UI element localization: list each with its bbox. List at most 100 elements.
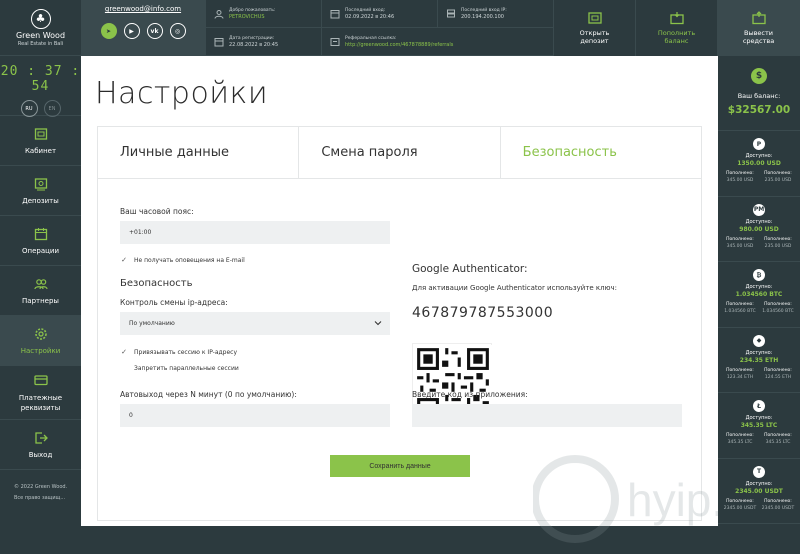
info-key: Последний вход IP: — [461, 7, 507, 13]
deposited-label: Пополнено: — [726, 433, 754, 438]
checkbox-label: Привязывать сессию к IP-адресу — [134, 348, 238, 356]
withdraw-button[interactable]: Вывести средства — [717, 0, 800, 56]
calendar-icon — [214, 37, 224, 46]
tab-security[interactable]: Безопасность — [501, 127, 701, 178]
copyright: © 2022 Green Wood. Все право защищ... — [0, 470, 81, 504]
deposited-value: 235.00 USD — [764, 243, 792, 249]
google-auth-hint: Для активации Google Authenticator испол… — [412, 284, 618, 292]
deposited-label: Пополнено: — [726, 236, 754, 242]
nav-label: Депозиты — [22, 196, 59, 205]
info-value: 200.194.200.100 — [461, 13, 504, 20]
deposited-label: Пополнено: — [726, 171, 754, 176]
deposited-value: 123.34 ETH — [726, 374, 754, 380]
tab-change-password[interactable]: Смена пароля — [299, 127, 501, 178]
autologout-input[interactable]: 0 — [120, 404, 390, 427]
timezone-field[interactable]: +01:00 — [120, 221, 390, 244]
user-icon — [214, 9, 224, 19]
deposited-value: 1.034560 BTC — [724, 309, 756, 314]
last-login-info: Последний вход: 02.09.2022 в 20:46 — [321, 0, 437, 28]
deposited-value: 345.35 LTC — [765, 440, 791, 445]
check-icon: ✓ — [121, 348, 127, 356]
nav-item-logout[interactable]: Выход — [0, 420, 81, 470]
button-label: Открыть депозит — [579, 29, 610, 45]
available-value: 1350.00 USD — [737, 160, 781, 167]
payeer-icon: P — [753, 138, 765, 150]
available-value: 234.35 ETH — [739, 356, 779, 364]
nav-item-settings[interactable]: Настройки — [0, 316, 81, 366]
code-label: Введите код из приложения: — [412, 390, 528, 399]
security-heading: Безопасность — [120, 278, 193, 289]
deposited-label: Пополнено: — [764, 498, 792, 504]
available-label: Доступно: — [745, 153, 773, 159]
deposited-value: 2345.00 USDT — [723, 505, 757, 511]
save-button[interactable]: Сохранить данные — [330, 455, 470, 477]
no-email-checkbox[interactable]: ✓ Не получать оповещения на E-mail — [120, 256, 245, 264]
logo[interactable]: ♣ Green Wood Real Estate in Bali — [0, 0, 81, 56]
tether-icon: T — [753, 465, 765, 478]
info-key: Последний вход: — [345, 7, 386, 13]
deposited-label: Пополнено: — [764, 236, 792, 242]
available-value: 980.00 USD — [739, 225, 779, 233]
currency-block: Ł Доступно: 345.35 LTC Пополнено: 345.35 … — [718, 393, 800, 459]
deposited-label: Пополнено: — [764, 433, 792, 438]
available-label: Доступно: — [745, 480, 773, 487]
dollar-icon: $ — [751, 68, 767, 84]
deposited-value: 345.00 USD — [726, 243, 754, 249]
settings-card: Личные данные Смена пароля Безопасность … — [97, 126, 702, 521]
tab-personal-data[interactable]: Личные данные — [98, 127, 300, 178]
left-sidebar: ♣ Green Wood Real Estate in Bali 20 : 37… — [0, 0, 81, 526]
checkbox-empty — [120, 364, 128, 372]
info-key: Дата регистрации: — [229, 35, 275, 41]
open-deposit-button[interactable]: Открыть депозит — [553, 0, 635, 56]
referral-link[interactable]: http://greenwood.com/467878889/referrals — [345, 42, 453, 48]
youtube-icon[interactable]: ▶ — [123, 23, 140, 39]
page-title: Настройки — [95, 76, 269, 111]
nav-item-deposits[interactable]: Депозиты — [0, 166, 81, 216]
nav-label: Настройки — [20, 346, 61, 355]
available-label: Доступно: — [745, 284, 773, 290]
nav-item-cabinet[interactable]: Кабинет — [0, 116, 81, 166]
deposited-value: 124.55 ETH — [764, 374, 792, 380]
telegram-icon[interactable]: ➤ — [100, 23, 117, 39]
select-value: По умолчанию — [129, 320, 175, 327]
nav-label: Операции — [22, 246, 59, 255]
wallet-icon — [587, 12, 602, 24]
nav-item-operations[interactable]: Операции — [0, 216, 81, 266]
copyright-line: © 2022 Green Wood. — [14, 484, 68, 490]
available-value: 1.034560 BTC — [735, 291, 783, 298]
vk-icon[interactable]: vk — [146, 23, 163, 39]
deposited-value: 235.00 USD — [764, 178, 792, 183]
deposited-label: Пополнено: — [764, 367, 792, 373]
user-info-grid: Добро пожаловать: PETROVICHUS Последний в… — [205, 0, 553, 56]
balance-value: $32567.00 — [727, 104, 791, 116]
timezone-label: Ваш часовой пояс: — [120, 207, 194, 216]
card-icon — [33, 374, 48, 385]
lang-en-button[interactable]: EN — [43, 100, 61, 117]
referral-info: Реферальная ссылка: http://greenwood.com/… — [321, 28, 553, 56]
nav-label: Платежные реквизиты — [18, 393, 63, 412]
parallel-sessions-checkbox[interactable]: Запретить параллельные сессии — [120, 364, 239, 372]
deposited-label: Пополнено: — [726, 498, 754, 504]
nav-item-partners[interactable]: Партнеры — [0, 266, 81, 316]
calendar-icon — [330, 9, 340, 18]
nav-item-payment-details[interactable]: Платежные реквизиты — [0, 366, 81, 420]
email-link[interactable]: greenwood@info.com — [81, 5, 205, 13]
deposited-value: 345.00 USD — [726, 178, 754, 183]
balance-panel: $ Ваш баланс: $32567.00 P Доступно: 1350… — [718, 56, 800, 526]
ip-control-select[interactable]: По умолчанию — [120, 312, 390, 335]
total-balance: $ Ваш баланс: $32567.00 — [718, 56, 800, 131]
clock-panel: 20 : 37 : 54 RU EN — [0, 56, 81, 117]
wallet-out-icon — [751, 11, 766, 25]
copyright-line: Все право защищ... — [14, 495, 66, 501]
check-icon: ✓ — [121, 256, 127, 264]
checkbox-label: Запретить параллельные сессии — [134, 364, 239, 372]
lang-ru-button[interactable]: RU — [20, 100, 38, 117]
currency-block: PM Доступно: 980.00 USD Пополнено: 345.00… — [718, 197, 800, 262]
instagram-icon[interactable]: ◎ — [169, 23, 186, 39]
code-input[interactable] — [412, 404, 682, 427]
button-label: Пополнить баланс — [657, 29, 696, 45]
deposited-value: 345.35 LTC — [727, 440, 753, 445]
topup-balance-button[interactable]: Пополнить баланс — [635, 0, 717, 56]
bind-session-checkbox[interactable]: ✓ Привязывать сессию к IP-адресу — [120, 348, 237, 356]
autologout-label: Автовыход через N минут (0 по умолчанию)… — [120, 390, 297, 399]
